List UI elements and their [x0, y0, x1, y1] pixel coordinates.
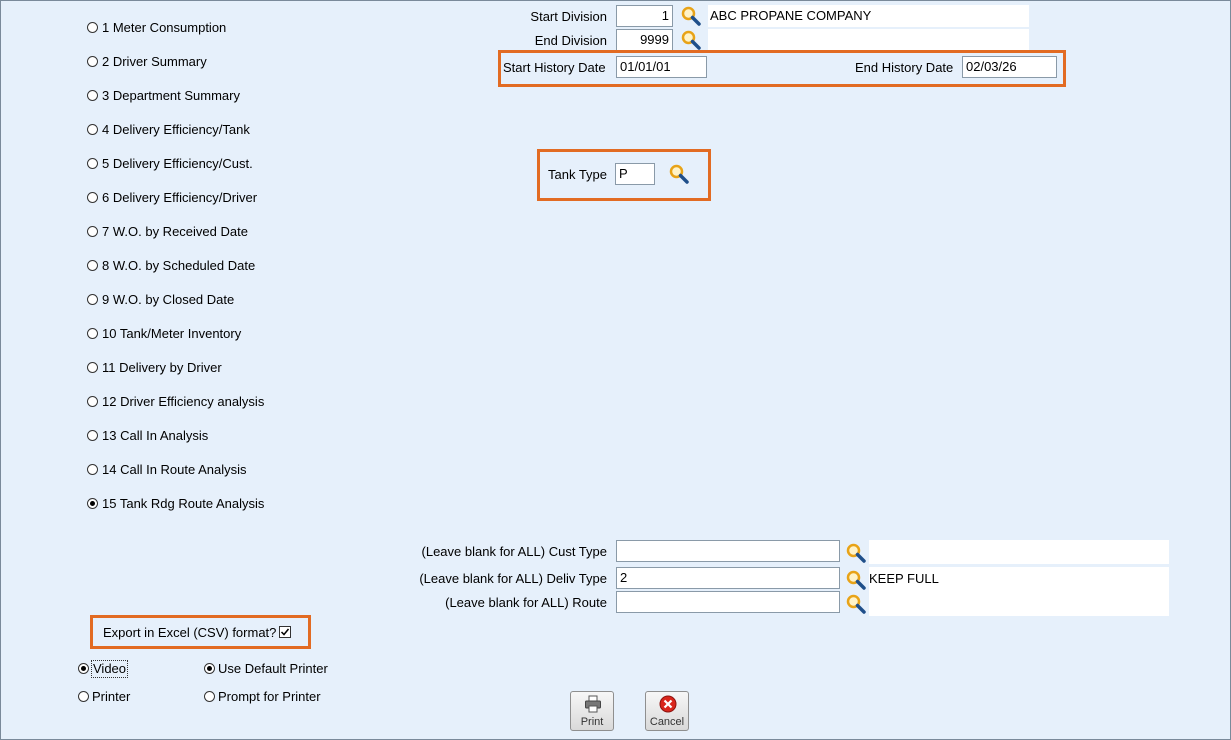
tank-type-label: Tank Type [548, 167, 608, 182]
prompt-for-printer-radio[interactable] [204, 691, 215, 702]
report-radio[interactable] [87, 396, 98, 407]
video-label[interactable]: Video [90, 660, 129, 678]
prompt-for-printer-label[interactable]: Prompt for Printer [218, 689, 321, 705]
cust-type-input[interactable] [616, 540, 840, 562]
route-label: (Leave blank for ALL) Route [445, 595, 607, 610]
report-radio[interactable] [87, 158, 98, 169]
report-radio[interactable] [87, 22, 98, 33]
print-label: Print [580, 716, 604, 728]
end-division-input[interactable]: 9999 [616, 29, 673, 51]
report-option-label[interactable]: 4 Delivery Efficiency/Tank [102, 122, 250, 138]
report-option-label[interactable]: 5 Delivery Efficiency/Cust. [102, 156, 253, 172]
end-division-name-field [708, 29, 1029, 51]
video-radio[interactable] [78, 663, 89, 674]
cancel-label: Cancel [649, 716, 685, 728]
report-radio[interactable] [87, 226, 98, 237]
end-division-search-icon[interactable] [680, 29, 702, 51]
report-option-label[interactable]: 6 Delivery Efficiency/Driver [102, 190, 257, 206]
report-radio[interactable] [87, 362, 98, 373]
report-radio[interactable] [87, 498, 98, 509]
cust-type-desc-field [869, 540, 1169, 564]
route-input[interactable] [616, 591, 840, 613]
report-option-label[interactable]: 9 W.O. by Closed Date [102, 292, 234, 308]
report-option-label[interactable]: 1 Meter Consumption [102, 20, 226, 36]
start-division-input[interactable]: 1 [616, 5, 673, 27]
report-radio[interactable] [87, 294, 98, 305]
report-option-label[interactable]: 14 Call In Route Analysis [102, 462, 247, 478]
report-option-label[interactable]: 2 Driver Summary [102, 54, 207, 70]
report-radio[interactable] [87, 260, 98, 271]
start-history-date-label: Start History Date [503, 60, 606, 75]
export-csv-label: Export in Excel (CSV) format? [103, 625, 277, 640]
report-option-label[interactable]: 3 Department Summary [102, 88, 240, 104]
deliv-type-input[interactable]: 2 [616, 567, 840, 589]
report-option-label[interactable]: 12 Driver Efficiency analysis [102, 394, 264, 410]
start-history-date-input[interactable]: 01/01/01 [616, 56, 707, 78]
report-radio[interactable] [87, 124, 98, 135]
report-radio[interactable] [87, 56, 98, 67]
tank-type-input[interactable]: P [615, 163, 655, 185]
end-history-date-label: End History Date [855, 60, 954, 75]
cust-type-label: (Leave blank for ALL) Cust Type [421, 544, 607, 559]
export-csv-checkbox[interactable] [279, 626, 291, 638]
use-default-printer-radio[interactable] [204, 663, 215, 674]
print-button[interactable]: Print [570, 691, 614, 731]
start-division-search-icon[interactable] [680, 5, 702, 27]
report-option-label[interactable]: 8 W.O. by Scheduled Date [102, 258, 255, 274]
start-division-name: ABC PROPANE COMPANY [710, 8, 872, 23]
report-option-label[interactable]: 10 Tank/Meter Inventory [102, 326, 241, 342]
cancel-x-icon [659, 695, 677, 713]
report-radio[interactable] [87, 430, 98, 441]
deliv-type-search-icon[interactable] [845, 569, 867, 591]
report-radio[interactable] [87, 90, 98, 101]
deliv-type-desc: KEEP FULL [869, 571, 939, 586]
route-search-icon[interactable] [845, 593, 867, 615]
report-option-label[interactable]: 7 W.O. by Received Date [102, 224, 248, 240]
cancel-button[interactable]: Cancel [645, 691, 689, 731]
deliv-type-desc-field: KEEP FULL [869, 567, 1169, 616]
printer-radio[interactable] [78, 691, 89, 702]
printer-icon [585, 695, 601, 713]
report-radio[interactable] [87, 464, 98, 475]
start-division-label: Start Division [530, 9, 607, 24]
report-radio[interactable] [87, 328, 98, 339]
end-history-date-input[interactable]: 02/03/26 [962, 56, 1057, 78]
end-division-label: End Division [534, 33, 607, 48]
tank-type-search-icon[interactable] [668, 163, 690, 185]
report-radio[interactable] [87, 192, 98, 203]
checkmark-icon [280, 628, 290, 636]
cust-type-search-icon[interactable] [845, 542, 867, 564]
report-option-label[interactable]: 11 Delivery by Driver [102, 360, 222, 376]
start-division-name-field: ABC PROPANE COMPANY [708, 5, 1029, 27]
use-default-printer-label[interactable]: Use Default Printer [218, 661, 328, 677]
report-option-label[interactable]: 15 Tank Rdg Route Analysis [102, 496, 264, 512]
printer-label[interactable]: Printer [92, 689, 130, 705]
report-option-label[interactable]: 13 Call In Analysis [102, 428, 208, 444]
deliv-type-label: (Leave blank for ALL) Deliv Type [419, 571, 607, 586]
